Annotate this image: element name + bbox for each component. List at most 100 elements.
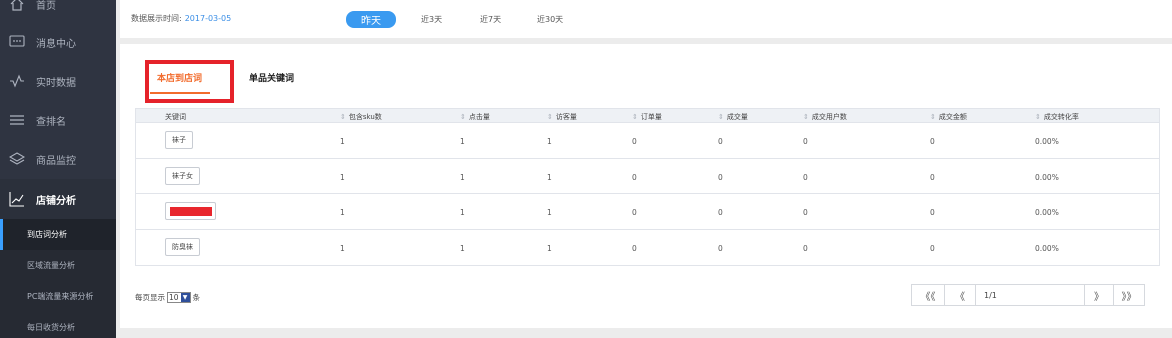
column-header-amount[interactable]: ⇕ 成交金额 bbox=[930, 112, 967, 122]
home-icon bbox=[8, 0, 26, 13]
cell-visitors: 1 bbox=[547, 172, 552, 182]
sort-icon: ⇕ bbox=[930, 113, 936, 121]
keyword-tag[interactable]: 袜子女 bbox=[165, 166, 200, 185]
sort-icon: ⇕ bbox=[340, 113, 346, 121]
sort-icon: ⇕ bbox=[1035, 113, 1041, 121]
table-row: 袜子女 1 1 1 0 0 0 0 0.00% bbox=[136, 159, 1159, 194]
sidebar-subitem-region-traffic[interactable]: 区域流量分析 bbox=[0, 250, 116, 281]
per-page-select[interactable]: 10 ▼ bbox=[167, 292, 191, 303]
period-yesterday-button[interactable]: 昨天 bbox=[346, 11, 396, 28]
column-header-visitors[interactable]: ⇕ 访客量 bbox=[547, 112, 577, 122]
sidebar-item-label: 商品监控 bbox=[36, 155, 76, 167]
cell-buyers: 0 bbox=[803, 243, 808, 253]
keyword-tag[interactable]: 袜子 bbox=[165, 131, 193, 149]
sidebar-item-shop-analysis[interactable]: 店铺分析 bbox=[0, 179, 116, 219]
tab-active-underline bbox=[150, 92, 210, 94]
cell-visitors: 1 bbox=[547, 243, 552, 253]
sidebar-item-messages[interactable]: 消息中心 bbox=[0, 22, 116, 62]
redaction-bar bbox=[169, 206, 212, 216]
cell-amount: 0 bbox=[930, 243, 935, 253]
sidebar-subitem-label: 到店词分析 bbox=[27, 230, 67, 239]
cell-conversion: 0.00% bbox=[1035, 137, 1059, 146]
first-page-button[interactable]: 《《 bbox=[911, 284, 945, 306]
cell-sku: 1 bbox=[340, 208, 345, 217]
double-chevron-left-icon: 《《 bbox=[920, 291, 936, 303]
cell-visitors: 1 bbox=[547, 208, 552, 217]
per-page-suffix: 条 bbox=[192, 293, 201, 302]
pulse-icon bbox=[8, 72, 26, 90]
date-display: 数据展示时间: 2017-03-05 bbox=[131, 13, 231, 24]
column-header-sku[interactable]: ⇕ 包含sku数 bbox=[340, 112, 382, 122]
cell-deals: 0 bbox=[718, 243, 723, 253]
chart-icon bbox=[8, 190, 26, 208]
cell-deals: 0 bbox=[718, 172, 723, 182]
cell-orders: 0 bbox=[632, 243, 637, 253]
cell-buyers: 0 bbox=[803, 208, 808, 217]
column-header-orders[interactable]: ⇕ 订单量 bbox=[632, 112, 662, 122]
sidebar-subitem-store-keywords[interactable]: 到店词分析 bbox=[0, 219, 116, 250]
sidebar-item-label: 消息中心 bbox=[36, 38, 76, 50]
double-chevron-right-icon: 》》 bbox=[1121, 291, 1137, 303]
sidebar-item-label: 店铺分析 bbox=[36, 195, 76, 207]
cell-clicks: 1 bbox=[460, 172, 465, 182]
tab-product-keywords[interactable]: 单品关键词 bbox=[249, 71, 294, 84]
sidebar-subitem-label: 区域流量分析 bbox=[27, 261, 75, 270]
period-3days-button[interactable]: 近3天 bbox=[421, 11, 442, 28]
keyword-tag[interactable]: 防臭袜 bbox=[165, 237, 200, 256]
sidebar: 首页 消息中心 实时数据 查排名 商品监控 店铺分析 到店词分析 区域流量分析 bbox=[0, 0, 116, 338]
cell-clicks: 1 bbox=[460, 208, 465, 217]
sidebar-item-monitor[interactable]: 商品监控 bbox=[0, 139, 116, 179]
cell-conversion: 0.00% bbox=[1035, 208, 1059, 217]
cell-clicks: 1 bbox=[460, 137, 465, 146]
keyword-tag[interactable] bbox=[165, 202, 216, 220]
cell-clicks: 1 bbox=[460, 243, 465, 253]
layers-icon bbox=[8, 150, 26, 168]
per-page-control: 每页显示 10 ▼ 条 bbox=[135, 292, 200, 303]
menu-icon bbox=[8, 111, 26, 129]
cell-amount: 0 bbox=[930, 172, 935, 182]
cell-deals: 0 bbox=[718, 208, 723, 217]
period-30days-button[interactable]: 近30天 bbox=[537, 11, 563, 28]
cell-sku: 1 bbox=[340, 137, 345, 146]
table-row: 1 1 1 0 0 0 0 0.00% bbox=[136, 194, 1159, 230]
next-page-button[interactable]: 》 bbox=[1084, 284, 1114, 306]
column-header-conversion[interactable]: ⇕ 成交转化率 bbox=[1035, 112, 1079, 122]
cell-buyers: 0 bbox=[803, 137, 808, 146]
sidebar-subitem-label: 每日收货分析 bbox=[27, 323, 75, 332]
last-page-button[interactable]: 》》 bbox=[1113, 284, 1145, 306]
sidebar-item-label: 查排名 bbox=[36, 116, 66, 128]
sort-icon: ⇕ bbox=[803, 113, 809, 121]
column-header-deals[interactable]: ⇕ 成交量 bbox=[718, 112, 748, 122]
chevron-right-icon: 》 bbox=[1094, 291, 1104, 303]
tab-store-keywords[interactable]: 本店到店词 bbox=[157, 71, 202, 84]
sidebar-item-home[interactable]: 首页 bbox=[0, 0, 116, 24]
sidebar-subitem-daily-receipt[interactable]: 每日收货分析 bbox=[0, 312, 116, 338]
prev-page-button[interactable]: 《 bbox=[944, 284, 976, 306]
column-header-buyers[interactable]: ⇕ 成交用户数 bbox=[803, 112, 847, 122]
main-panel: 本店到店词 单品关键词 关键词 ⇕ 包含sku数 ⇕ 点击量 ⇕ 访客量 ⇕ 订单量 ⇕… bbox=[120, 44, 1172, 328]
cell-orders: 0 bbox=[632, 172, 637, 182]
sidebar-item-realtime[interactable]: 实时数据 bbox=[0, 61, 116, 101]
page-info: 1/1 bbox=[975, 284, 1085, 306]
sort-icon: ⇕ bbox=[632, 113, 638, 121]
chevron-down-icon: ▼ bbox=[180, 293, 190, 302]
sort-icon: ⇕ bbox=[547, 113, 553, 121]
cell-buyers: 0 bbox=[803, 172, 808, 182]
sidebar-item-label: 首页 bbox=[36, 0, 56, 12]
sidebar-subitem-pc-traffic[interactable]: PC端流量来源分析 bbox=[0, 281, 116, 312]
cell-amount: 0 bbox=[930, 208, 935, 217]
sidebar-item-ranking[interactable]: 查排名 bbox=[0, 100, 116, 140]
pagination: 《《 《 1/1 》 》》 bbox=[911, 284, 1151, 306]
period-7days-button[interactable]: 近7天 bbox=[480, 11, 501, 28]
cell-amount: 0 bbox=[930, 137, 935, 146]
table-header: 关键词 ⇕ 包含sku数 ⇕ 点击量 ⇕ 访客量 ⇕ 订单量 ⇕ 成交量 ⇕ 成交用户数 ⇕… bbox=[136, 109, 1159, 123]
table-row: 防臭袜 1 1 1 0 0 0 0 0.00% bbox=[136, 230, 1159, 266]
keyword-table: 关键词 ⇕ 包含sku数 ⇕ 点击量 ⇕ 访客量 ⇕ 订单量 ⇕ 成交量 ⇕ 成交用户数 ⇕… bbox=[135, 108, 1160, 266]
date-label: 数据展示时间: bbox=[131, 14, 182, 23]
column-header-keyword: 关键词 bbox=[165, 113, 186, 121]
cell-visitors: 1 bbox=[547, 137, 552, 146]
cell-sku: 1 bbox=[340, 172, 345, 182]
per-page-prefix: 每页显示 bbox=[135, 293, 165, 302]
column-header-clicks[interactable]: ⇕ 点击量 bbox=[460, 112, 490, 122]
topbar: 数据展示时间: 2017-03-05 昨天 近3天 近7天 近30天 bbox=[120, 0, 1172, 38]
